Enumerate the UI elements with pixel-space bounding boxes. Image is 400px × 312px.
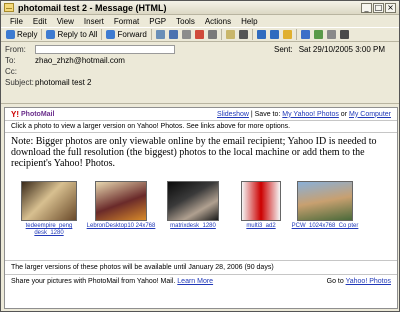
thumbnail-image[interactable] xyxy=(95,181,147,221)
envelope-icon xyxy=(4,3,14,12)
note-text: Note: Bigger photos are only viewable on… xyxy=(11,136,377,169)
menu-bar: File Edit View Insert Format PGP Tools A… xyxy=(1,15,399,27)
thumbnail-image[interactable] xyxy=(21,181,77,221)
forward-button[interactable]: Forward xyxy=(104,28,148,41)
click-instructions: Click a photo to view a larger version o… xyxy=(5,121,397,133)
menu-insert[interactable]: Insert xyxy=(84,17,104,26)
availability-notice: The larger versions of these photos will… xyxy=(5,260,397,275)
menu-format[interactable]: Format xyxy=(114,17,139,26)
sent-value: Sat 29/10/2005 3:00 PM xyxy=(298,45,385,54)
sent-label: Sent: xyxy=(274,45,293,54)
photomail-logo-text: PhotoMail xyxy=(21,110,55,118)
thumbnail-caption[interactable]: PCW_1024x768_Co pter xyxy=(289,223,361,230)
menu-view[interactable]: View xyxy=(57,17,74,26)
message-header: From: To: zhao_zhzh@hotmail.com Cc: Subj… xyxy=(1,42,399,104)
yahoo-logo-icon: Y! xyxy=(11,109,19,119)
photomail-links: Slideshow | Save to: My Yahoo! Photos or… xyxy=(217,111,391,118)
photomail-footer: Share your pictures with PhotoMail from … xyxy=(5,276,397,288)
menu-actions[interactable]: Actions xyxy=(205,17,231,26)
thumbnail-item[interactable]: tedeempire_peng desk_1280 xyxy=(13,181,85,237)
slideshow-link[interactable]: Slideshow xyxy=(217,111,249,118)
toolbar-overflow-icon[interactable] xyxy=(339,30,349,39)
minimize-button[interactable]: _ xyxy=(361,2,372,13)
subject-value: photomail test 2 xyxy=(35,78,92,87)
help-icon[interactable] xyxy=(300,30,310,39)
window-title: photomail test 2 - Message (HTML) xyxy=(18,2,167,13)
cc-label: Cc: xyxy=(5,67,17,76)
menu-tools[interactable]: Tools xyxy=(176,17,195,26)
reply-label: Reply xyxy=(17,30,38,39)
toolbar-separator xyxy=(220,29,222,40)
maximize-button[interactable]: □ xyxy=(373,2,384,13)
close-button[interactable]: × xyxy=(385,2,396,13)
to-label: To: xyxy=(5,56,16,65)
thumbnail-caption[interactable]: matrixdesk_1280 xyxy=(157,223,229,230)
from-field xyxy=(35,45,175,54)
photomail-logo: Y! PhotoMail xyxy=(11,110,54,119)
toolbar-separator xyxy=(295,29,297,40)
reply-all-icon xyxy=(46,30,56,39)
share-text: Share your pictures with PhotoMail from … xyxy=(11,278,176,285)
pgp-icon[interactable] xyxy=(313,30,323,39)
toolbar-separator xyxy=(41,29,43,40)
menu-file[interactable]: File xyxy=(10,17,23,26)
thumbnail-image[interactable] xyxy=(241,181,281,221)
toolbar-separator xyxy=(150,29,152,40)
address-book-icon[interactable] xyxy=(282,30,292,39)
reply-all-button[interactable]: Reply to All xyxy=(44,28,99,41)
reply-all-label: Reply to All xyxy=(57,30,98,39)
thumbnail-item[interactable]: LebronDesktop10 24x768 xyxy=(85,181,157,230)
menu-help[interactable]: Help xyxy=(241,17,257,26)
thumbnail-image[interactable] xyxy=(297,181,353,221)
menu-pgp[interactable]: PGP xyxy=(149,17,166,26)
thumbnail-item[interactable]: matrixdesk_1280 xyxy=(157,181,229,230)
reply-icon xyxy=(6,30,15,39)
filter-icon[interactable] xyxy=(207,30,217,39)
forward-label: Forward xyxy=(117,30,147,39)
save-icon[interactable] xyxy=(168,30,178,39)
reply-button[interactable]: Reply xyxy=(4,28,39,41)
thumbnail-caption[interactable]: LebronDesktop10 24x768 xyxy=(85,223,157,230)
title-bar: photomail test 2 - Message (HTML) _ □ × xyxy=(1,1,399,15)
subject-label: Subject: xyxy=(5,78,34,87)
from-label: From: xyxy=(5,45,26,54)
flag-icon[interactable] xyxy=(194,30,204,39)
menu-edit[interactable]: Edit xyxy=(33,17,47,26)
thumbnail-caption[interactable]: tedeempire_peng desk_1280 xyxy=(13,223,85,237)
thumbnail-image[interactable] xyxy=(167,181,219,221)
photomail-header: Y! PhotoMail Slideshow | Save to: My Yah… xyxy=(5,108,397,121)
thumbnail-caption[interactable]: multi3_ad2 xyxy=(225,223,297,230)
thumbnail-strip: tedeempire_peng desk_1280 LebronDesktop1… xyxy=(5,181,397,239)
save-to-label: | Save to: xyxy=(250,110,281,118)
toolbar-separator xyxy=(101,29,103,40)
delete-icon[interactable] xyxy=(238,30,248,39)
toolbar-separator xyxy=(251,29,253,40)
next-icon[interactable] xyxy=(269,30,279,39)
my-yahoo-photos-link[interactable]: My Yahoo! Photos xyxy=(282,111,339,118)
attach-icon[interactable] xyxy=(181,30,191,39)
my-computer-link[interactable]: My Computer xyxy=(349,111,391,118)
move-icon[interactable] xyxy=(225,30,235,39)
previous-icon[interactable] xyxy=(256,30,266,39)
message-body: Y! PhotoMail Slideshow | Save to: My Yah… xyxy=(4,107,398,309)
yahoo-photos-link[interactable]: Yahoo! Photos xyxy=(346,278,391,285)
options-icon[interactable] xyxy=(326,30,336,39)
print-icon[interactable] xyxy=(155,30,165,39)
goto-label: Go to xyxy=(326,278,344,285)
message-window: photomail test 2 - Message (HTML) _ □ × … xyxy=(0,0,400,312)
thumbnail-item[interactable]: multi3_ad2 xyxy=(225,181,297,230)
forward-icon xyxy=(106,30,116,39)
or-label: or xyxy=(340,110,348,118)
to-value[interactable]: zhao_zhzh@hotmail.com xyxy=(35,56,125,65)
learn-more-link[interactable]: Learn More xyxy=(177,278,213,285)
thumbnail-item[interactable]: PCW_1024x768_Co pter xyxy=(289,181,361,230)
toolbar: Reply Reply to All Forward xyxy=(1,27,399,42)
